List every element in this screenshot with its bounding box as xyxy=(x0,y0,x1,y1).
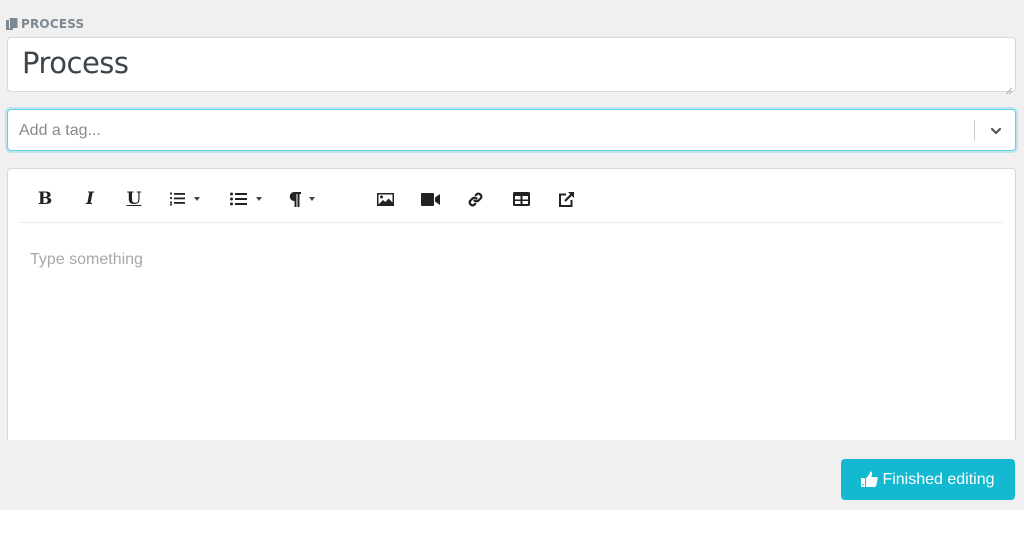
title-input[interactable]: Process xyxy=(7,37,1016,95)
external-link-icon xyxy=(558,191,575,208)
tag-select[interactable] xyxy=(7,109,1016,151)
ordered-list-button[interactable] xyxy=(170,187,222,211)
bold-icon: B xyxy=(37,189,53,209)
copy-icon xyxy=(6,18,18,30)
link-icon xyxy=(467,191,484,208)
edit-panel: PROCESS Process B I U xyxy=(0,0,1024,510)
bold-button[interactable]: B xyxy=(38,187,52,211)
thumbs-up-icon xyxy=(861,470,879,487)
tag-separator xyxy=(974,120,975,141)
caret-down-icon xyxy=(256,197,262,201)
underline-icon: U xyxy=(126,189,142,209)
image-icon xyxy=(376,192,394,206)
section-label: PROCESS xyxy=(21,17,85,31)
unordered-list-icon xyxy=(230,192,248,206)
italic-icon: I xyxy=(86,189,94,209)
finished-editing-label: Finished editing xyxy=(882,470,995,488)
editor-toolbar: B I U xyxy=(18,177,1003,223)
video-button[interactable] xyxy=(421,187,441,211)
image-button[interactable] xyxy=(376,187,394,211)
table-button[interactable] xyxy=(512,187,530,211)
tag-input[interactable] xyxy=(19,120,919,142)
underline-button[interactable]: U xyxy=(126,187,142,211)
paragraph-icon xyxy=(289,191,301,207)
external-link-button[interactable] xyxy=(557,187,575,211)
paragraph-button[interactable] xyxy=(289,187,329,211)
unordered-list-button[interactable] xyxy=(230,187,282,211)
chevron-down-icon[interactable] xyxy=(988,123,1004,139)
link-button[interactable] xyxy=(467,187,484,211)
section-header: PROCESS xyxy=(6,15,84,33)
table-icon xyxy=(512,192,530,206)
resize-handle-icon[interactable] xyxy=(1005,81,1013,95)
rich-text-editor: B I U Type something xyxy=(7,168,1016,440)
finished-editing-button[interactable]: Finished editing xyxy=(841,459,1015,500)
caret-down-icon xyxy=(194,197,200,201)
italic-button[interactable]: I xyxy=(83,187,97,211)
ordered-list-icon xyxy=(170,192,186,206)
caret-down-icon xyxy=(309,197,315,201)
title-value[interactable]: Process xyxy=(22,46,129,80)
video-icon xyxy=(421,192,441,206)
editor-content[interactable]: Type something xyxy=(30,251,143,269)
